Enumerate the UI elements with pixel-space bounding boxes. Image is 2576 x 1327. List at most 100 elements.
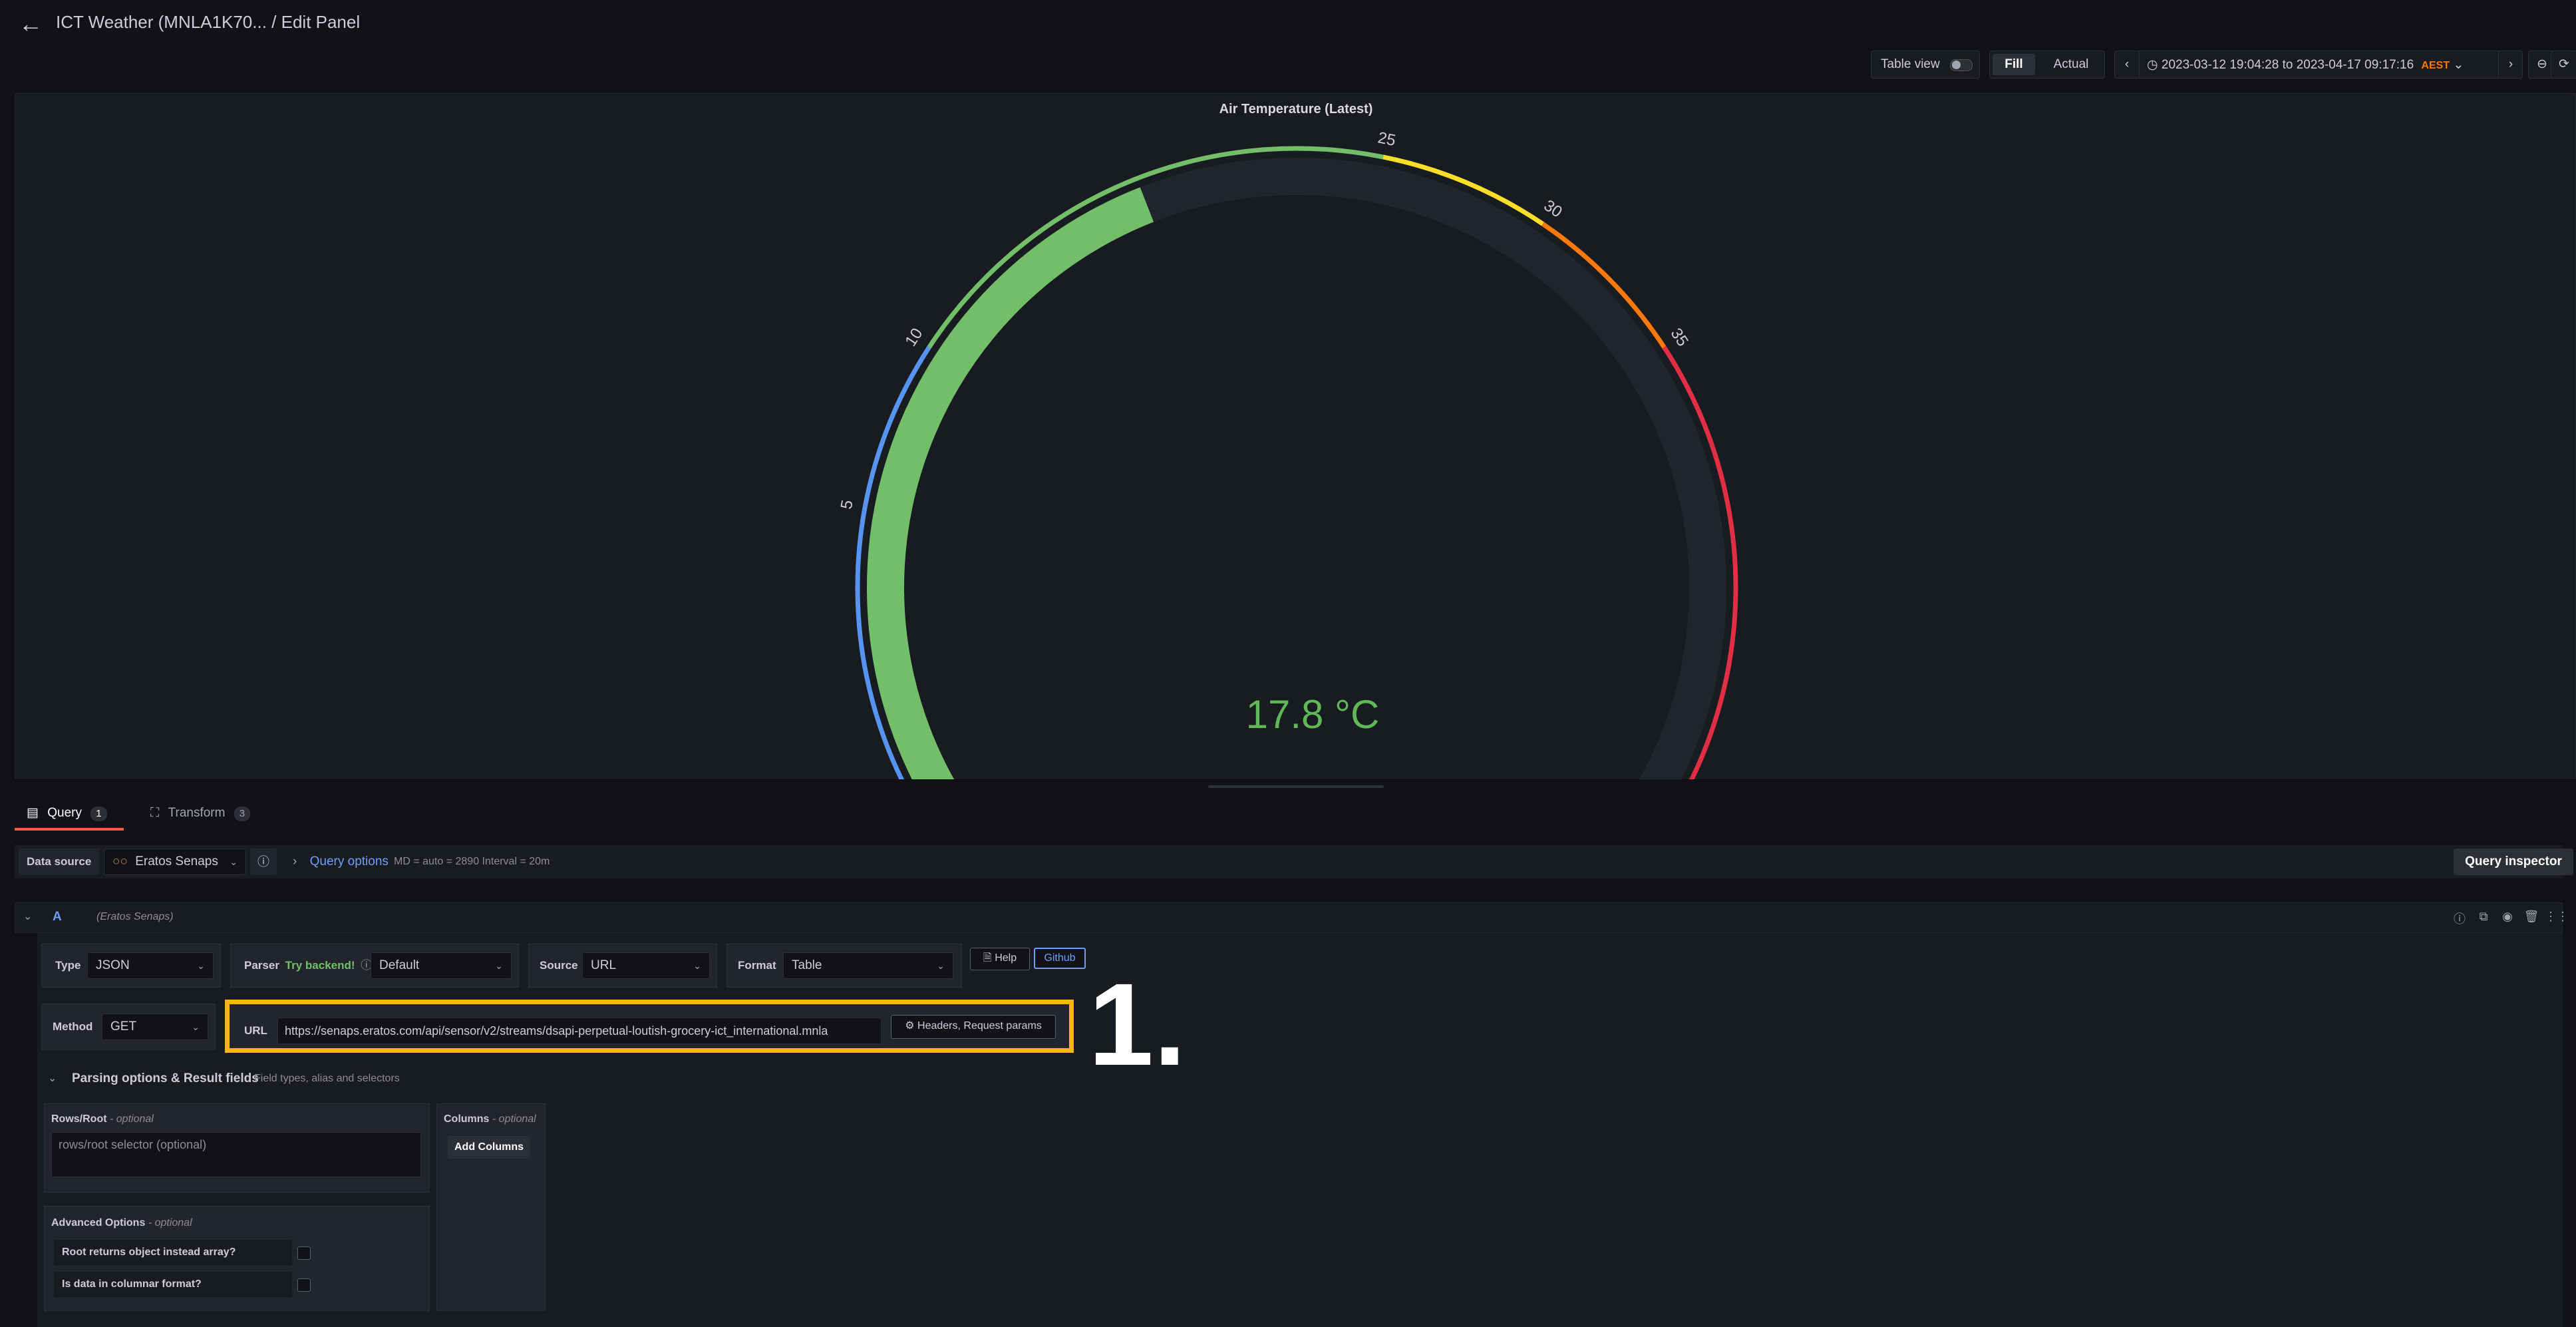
columnar-checkbox[interactable]	[297, 1278, 311, 1292]
columnar-option: Is data in columnar format?	[54, 1272, 292, 1297]
gear-icon: ⚙	[905, 1020, 915, 1032]
eye-icon[interactable]: ◉	[2498, 910, 2517, 927]
format-select[interactable]: Table ⌄	[783, 952, 953, 979]
datasource-value: Eratos Senaps	[135, 854, 218, 868]
columns-title: Columns	[444, 1113, 490, 1125]
parsing-options-header[interactable]: ⌄ Parsing options & Result fields Field …	[41, 1063, 2563, 1094]
root-object-option: Root returns object instead array?	[54, 1240, 292, 1265]
document-icon: 🗎	[983, 952, 992, 964]
gauge-chart: -551025303550	[838, 128, 1738, 779]
parser-value: Default	[379, 958, 420, 972]
time-range-picker[interactable]: ‹ ◷ 2023-03-12 19:04:28 to 2023-04-17 09…	[2114, 51, 2523, 79]
tab-transform-count: 3	[234, 807, 251, 821]
parser-select[interactable]: Default ⌄	[371, 952, 512, 979]
type-label: Type	[55, 959, 81, 972]
gauge-tick-label: 25	[1376, 128, 1397, 150]
gauge-panel: Air Temperature (Latest) -551025303550 1…	[15, 93, 2576, 779]
chevron-down-icon: ⌄	[197, 960, 205, 971]
query-name[interactable]: A	[53, 910, 62, 924]
optional-tag: - optional	[110, 1113, 154, 1125]
query-options-label: Query options	[309, 854, 389, 868]
parsing-options-title: Parsing options & Result fields	[72, 1071, 259, 1085]
fill-button[interactable]: Fill	[1993, 54, 2035, 75]
advanced-options-section: Advanced Options - optional Root returns…	[44, 1206, 430, 1311]
duplicate-icon[interactable]: ⧉	[2474, 910, 2493, 927]
gauge-tick-label: 30	[1541, 196, 1565, 221]
chevron-right-icon: ›	[293, 854, 297, 868]
chevron-left-icon[interactable]: ‹	[2115, 51, 2140, 78]
toggle-switch[interactable]	[1950, 59, 1973, 71]
url-input[interactable]: https://senaps.eratos.com/api/sensor/v2/…	[277, 1018, 882, 1044]
time-range-text: ◷ 2023-03-12 19:04:28 to 2023-04-17 09:1…	[2147, 57, 2464, 73]
datasource-select[interactable]: ○○ Eratos Senaps ⌄	[104, 849, 246, 875]
query-datasource: (Eratos Senaps)	[96, 911, 174, 922]
format-field: Format Table ⌄	[726, 944, 962, 988]
clock-icon: ◷	[2147, 58, 2158, 72]
source-value: URL	[591, 958, 617, 972]
page-title: ICT Weather (MNLA1K70... / Edit Panel	[56, 12, 361, 32]
add-columns-button[interactable]: Add Columns	[448, 1136, 530, 1159]
gauge-value: 17.8 °C	[1245, 692, 1380, 737]
query-options-toggle[interactable]: › Query options	[293, 849, 389, 875]
advanced-options-title: Advanced Options	[51, 1217, 146, 1229]
back-arrow-icon[interactable]: ←	[17, 11, 44, 37]
tab-query-label: Query	[47, 806, 82, 820]
root-object-label: Root returns object instead array?	[62, 1246, 236, 1258]
format-label: Format	[738, 959, 776, 972]
rows-root-input[interactable]: rows/root selector (optional)	[51, 1132, 421, 1177]
query-options-meta: MD = auto = 2890 Interval = 20m	[394, 856, 550, 867]
rows-root-title: Rows/Root	[51, 1113, 107, 1125]
table-view-label: Table view	[1881, 57, 1940, 71]
panel-resize-handle[interactable]	[1208, 785, 1384, 788]
github-button[interactable]: Github	[1034, 948, 1086, 969]
table-view-toggle[interactable]: Table view	[1871, 51, 1980, 79]
collapse-icon[interactable]: ⌄	[23, 910, 32, 923]
gauge-value-arc	[867, 187, 1154, 779]
parser-hint[interactable]: Try backend!	[285, 959, 355, 972]
gauge-tick-label: 35	[1667, 325, 1692, 349]
columns-section: Columns - optional Add Columns	[436, 1103, 546, 1311]
headers-label: Headers, Request params	[917, 1020, 1042, 1032]
timezone-badge: AEST	[2421, 60, 2450, 71]
source-select[interactable]: URL ⌄	[582, 952, 710, 979]
refresh-icon[interactable]: ⟳	[2551, 51, 2576, 79]
fill-actual-group: Fill Actual	[1989, 51, 2105, 79]
tab-query-count: 1	[90, 807, 107, 821]
help-icon[interactable]: ⓘ	[2450, 910, 2469, 927]
url-field: URL https://senaps.eratos.com/api/sensor…	[225, 1000, 1074, 1053]
gauge-tick-label: 5	[838, 498, 857, 510]
tab-transform[interactable]: ⛶ Transform 3	[137, 796, 270, 831]
actual-button[interactable]: Actual	[2040, 54, 2102, 75]
method-select[interactable]: GET ⌄	[102, 1014, 208, 1040]
gauge-tick-label: 10	[901, 325, 926, 349]
drag-handle-icon[interactable]: ⋮⋮	[2545, 910, 2569, 927]
type-select[interactable]: JSON ⌄	[87, 952, 214, 979]
chevron-down-icon: ⌄	[937, 960, 945, 971]
format-value: Table	[792, 958, 822, 972]
root-object-checkbox[interactable]	[297, 1246, 311, 1260]
parser-label-group: Parser Try backend! ⓘ	[236, 952, 380, 979]
chevron-down-icon: ⌄	[192, 1022, 200, 1032]
rows-root-section: Rows/Root - optional rows/root selector …	[44, 1103, 430, 1193]
datasource-row: Data source ○○ Eratos Senaps ⌄ ⓘ › Query…	[15, 845, 2573, 878]
chevron-right-icon[interactable]: ›	[2498, 51, 2523, 78]
method-label: Method	[53, 1020, 93, 1033]
help-button[interactable]: 🗎 Help	[970, 948, 1030, 970]
method-value: GET	[110, 1020, 137, 1034]
query-header: ⌄ A (Eratos Senaps) ⓘ ⧉ ◉ 🗑 ⋮⋮	[15, 902, 2569, 933]
info-icon[interactable]: ⓘ	[250, 849, 277, 875]
trash-icon[interactable]: 🗑	[2522, 910, 2541, 927]
chevron-down-icon: ⌄	[48, 1073, 57, 1084]
method-field: Method GET ⌄	[41, 1004, 216, 1050]
time-range-value: 2023-03-12 19:04:28 to 2023-04-17 09:17:…	[2161, 58, 2414, 72]
chevron-down-icon: ⌄	[2453, 58, 2464, 72]
rows-root-label: Rows/Root - optional	[51, 1113, 154, 1125]
datasource-label: Data source	[19, 849, 100, 875]
query-inspector-button[interactable]: Query inspector	[2454, 849, 2573, 875]
help-label: Help	[995, 952, 1017, 964]
parser-label: Parser	[244, 959, 279, 972]
type-value: JSON	[96, 958, 130, 972]
optional-tag: - optional	[148, 1217, 192, 1229]
headers-request-params-button[interactable]: ⚙ Headers, Request params	[891, 1015, 1056, 1039]
tab-query[interactable]: ▤ Query 1	[15, 796, 124, 831]
